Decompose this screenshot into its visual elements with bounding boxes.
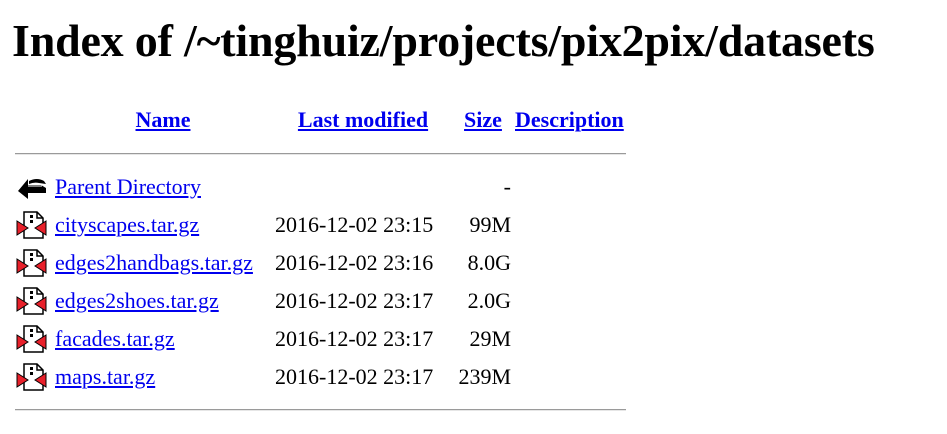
bottom-divider-row <box>15 396 626 424</box>
modified-cell: 2016-12-02 23:17 <box>275 364 434 389</box>
modified-cell: 2016-12-02 23:17 <box>275 326 434 351</box>
size-cell: 29M <box>469 326 511 351</box>
description-cell <box>513 282 626 320</box>
modified-cell: 2016-12-02 23:15 <box>275 212 434 237</box>
compressed-file-icon[interactable] <box>15 286 49 316</box>
header-row: Name Last modified Size Description <box>15 100 626 140</box>
compressed-file-icon[interactable] <box>15 324 49 354</box>
sort-by-last-modified-link[interactable]: Last modified <box>298 107 428 132</box>
back-arrow-icon[interactable] <box>15 172 49 202</box>
size-cell: 99M <box>469 212 511 237</box>
file-row: cityscapes.tar.gz 2016-12-02 23:15 99M <box>15 206 626 244</box>
parent-size-cell: - <box>503 174 511 199</box>
file-link-maps[interactable]: maps.tar.gz <box>55 364 155 389</box>
compressed-file-icon[interactable] <box>15 248 49 278</box>
header-icon-spacer <box>15 100 53 140</box>
file-row: edges2handbags.tar.gz 2016-12-02 23:16 8… <box>15 244 626 282</box>
top-divider <box>15 153 626 155</box>
parent-directory-row: Parent Directory - <box>15 168 626 206</box>
file-link-edges2handbags[interactable]: edges2handbags.tar.gz <box>55 250 253 275</box>
compressed-file-icon[interactable] <box>15 210 49 240</box>
bottom-divider <box>15 409 626 411</box>
sort-by-description-link[interactable]: Description <box>515 107 624 132</box>
top-divider-row <box>15 140 626 168</box>
file-link-facades[interactable]: facades.tar.gz <box>55 326 175 351</box>
file-link-edges2shoes[interactable]: edges2shoes.tar.gz <box>55 288 219 313</box>
header-description: Description <box>513 100 626 140</box>
description-cell <box>513 244 626 282</box>
sort-by-size-link[interactable]: Size <box>464 107 502 132</box>
parent-modified-cell <box>273 168 453 206</box>
file-row: maps.tar.gz 2016-12-02 23:17 239M <box>15 358 626 396</box>
parent-description-cell <box>513 168 626 206</box>
header-name: Name <box>53 100 273 140</box>
page-title: Index of /~tinghuiz/projects/pix2pix/dat… <box>12 15 875 66</box>
sort-by-name-link[interactable]: Name <box>136 107 191 132</box>
description-cell <box>513 320 626 358</box>
file-row: edges2shoes.tar.gz 2016-12-02 23:17 2.0G <box>15 282 626 320</box>
directory-listing: Name Last modified Size Description Pare… <box>15 100 626 424</box>
parent-icon-cell <box>15 168 53 206</box>
size-cell: 8.0G <box>467 250 511 275</box>
modified-cell: 2016-12-02 23:16 <box>275 250 434 275</box>
modified-cell: 2016-12-02 23:17 <box>275 288 434 313</box>
parent-directory-link[interactable]: Parent Directory <box>55 174 201 199</box>
file-row: facades.tar.gz 2016-12-02 23:17 29M <box>15 320 626 358</box>
description-cell <box>513 358 626 396</box>
compressed-file-icon[interactable] <box>15 362 49 392</box>
header-last-modified: Last modified <box>273 100 453 140</box>
file-link-cityscapes[interactable]: cityscapes.tar.gz <box>55 212 199 237</box>
parent-name-cell: Parent Directory <box>53 168 273 206</box>
description-cell <box>513 206 626 244</box>
size-cell: 2.0G <box>467 288 511 313</box>
header-size: Size <box>453 100 513 140</box>
size-cell: 239M <box>458 364 511 389</box>
